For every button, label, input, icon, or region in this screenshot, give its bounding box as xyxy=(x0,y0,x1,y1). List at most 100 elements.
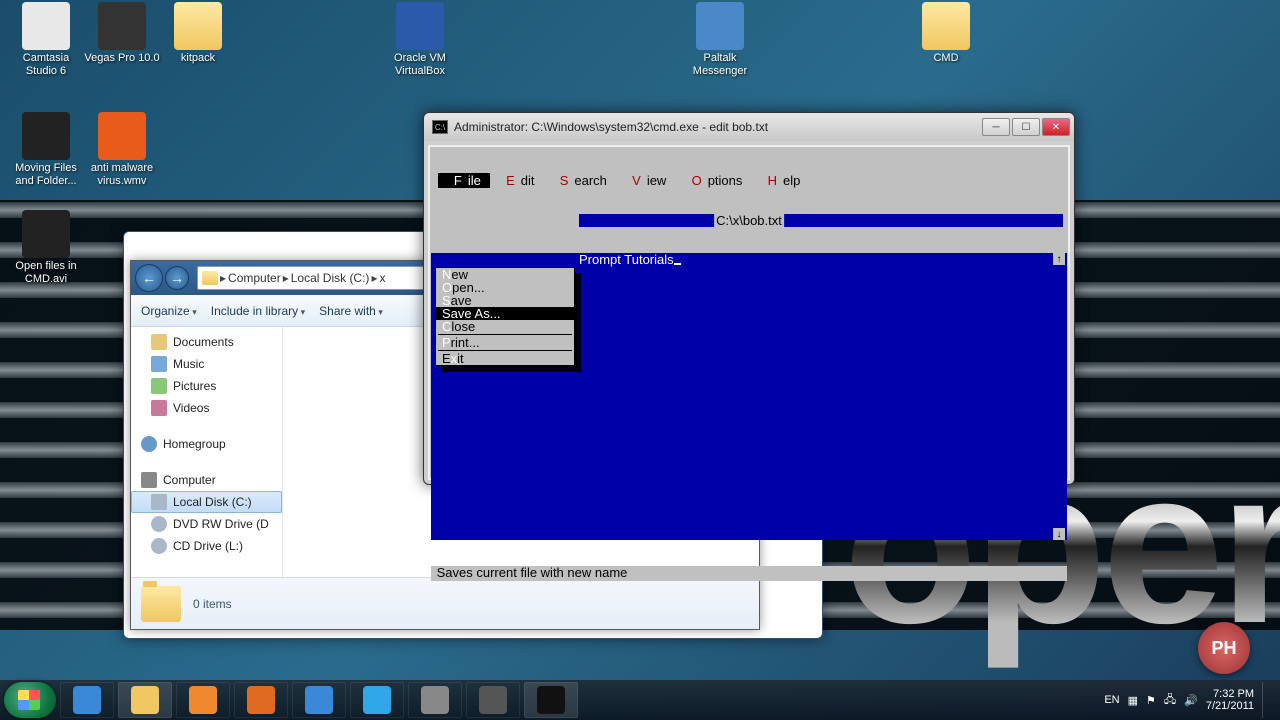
organize-menu[interactable]: Organize xyxy=(141,304,197,318)
app-icon xyxy=(22,2,70,50)
menu-item[interactable]: Print... xyxy=(436,336,574,349)
taskbar-button-wmp[interactable] xyxy=(176,682,230,718)
tray-language[interactable]: EN xyxy=(1104,694,1119,706)
edit-screen: File Edit Search View Options Help C:\x\… xyxy=(431,148,1067,477)
taskbar-button-camtasia[interactable] xyxy=(466,682,520,718)
desktop-icon[interactable]: Oracle VM VirtualBox xyxy=(382,2,458,78)
nav-documents[interactable]: Documents xyxy=(131,331,282,353)
app-icon xyxy=(174,2,222,50)
taskbar-button-ie[interactable] xyxy=(60,682,114,718)
icon-label: Camtasia Studio 6 xyxy=(8,52,84,78)
nav-computer[interactable]: Computer xyxy=(131,469,282,491)
file-menu-dropdown[interactable]: NewOpen...SaveSave As...ClosePrint...Exi… xyxy=(435,267,575,366)
desktop-icon[interactable]: Camtasia Studio 6 xyxy=(8,2,84,78)
scroll-down-arrow[interactable]: ↓ xyxy=(1053,528,1065,540)
maximize-button[interactable]: ☐ xyxy=(1012,118,1040,136)
camtasia-icon xyxy=(479,686,507,714)
nav-back-button[interactable]: ← xyxy=(135,264,163,292)
wmp-icon xyxy=(189,686,217,714)
desktop-icon[interactable]: Moving Files and Folder... xyxy=(8,112,84,188)
app-icon xyxy=(98,112,146,160)
folder-icon xyxy=(202,271,218,285)
desktop-icon[interactable]: Vegas Pro 10.0 xyxy=(84,2,160,65)
app-icon xyxy=(696,2,744,50)
folder-icon xyxy=(141,586,181,622)
ie-icon xyxy=(73,686,101,714)
?-icon xyxy=(421,686,449,714)
minimize-button[interactable]: ─ xyxy=(982,118,1010,136)
share-with-menu[interactable]: Share with xyxy=(319,304,383,318)
edit-menubar[interactable]: File Edit Search View Options Help xyxy=(431,174,1067,188)
taskbar-button-?[interactable] xyxy=(408,682,462,718)
text-cursor xyxy=(674,263,681,265)
menu-view[interactable]: View xyxy=(617,173,676,188)
cmd-icon: C:\ xyxy=(432,120,448,134)
app-icon xyxy=(22,112,70,160)
icon-label: Vegas Pro 10.0 xyxy=(84,52,160,65)
firefox-icon xyxy=(247,686,275,714)
window-titlebar[interactable]: C:\ Administrator: C:\Windows\system32\c… xyxy=(424,113,1074,141)
desktop-icon[interactable]: kitpack xyxy=(160,2,236,65)
taskbar[interactable]: EN ▦ ⚑ 🖧 🔊 7:32 PM 7/21/2011 xyxy=(0,680,1280,720)
tray-date[interactable]: 7/21/2011 xyxy=(1206,700,1254,712)
status-item-count: 0 items xyxy=(193,597,232,611)
skype-icon xyxy=(363,686,391,714)
icon-label: CMD xyxy=(908,52,984,65)
app-icon xyxy=(22,210,70,258)
edit-text-area[interactable]: Prompt Tutorials ↑ ↓ NewOpen...SaveSave … xyxy=(431,253,1067,540)
menu-item[interactable]: Close xyxy=(436,320,574,333)
app-icon xyxy=(98,2,146,50)
taskbar-button-itunes[interactable] xyxy=(292,682,346,718)
nav-dvd-drive[interactable]: DVD RW Drive (D xyxy=(131,513,282,535)
icon-label: Paltalk Messenger xyxy=(682,52,758,78)
menu-help[interactable]: Help xyxy=(752,173,810,188)
nav-homegroup[interactable]: Homegroup xyxy=(131,433,282,455)
nav-cd-drive[interactable]: CD Drive (L:) xyxy=(131,535,282,557)
scroll-up-arrow[interactable]: ↑ xyxy=(1053,253,1065,265)
edit-statusbar: Saves current file with new name xyxy=(431,566,1067,581)
icon-label: Open files in CMD.avi xyxy=(8,260,84,286)
app-icon xyxy=(396,2,444,50)
desktop-icon[interactable]: Open files in CMD.avi xyxy=(8,210,84,286)
explorer-nav-pane[interactable]: Documents Music Pictures Videos Homegrou… xyxy=(131,327,283,577)
nav-music[interactable]: Music xyxy=(131,353,282,375)
watermark-badge: PH xyxy=(1198,622,1250,674)
tray-time[interactable]: 7:32 PM xyxy=(1206,688,1254,700)
nav-forward-button[interactable]: → xyxy=(165,266,189,290)
show-desktop-button[interactable] xyxy=(1262,682,1270,718)
nav-local-disk-c[interactable]: Local Disk (C:) xyxy=(131,491,282,513)
file-content: Prompt Tutorials xyxy=(579,253,681,266)
desktop-icon[interactable]: anti malware virus.wmv xyxy=(84,112,160,188)
include-library-menu[interactable]: Include in library xyxy=(211,304,305,318)
icon-label: anti malware virus.wmv xyxy=(84,162,160,188)
menu-search[interactable]: Search xyxy=(544,173,616,188)
icon-label: kitpack xyxy=(160,52,236,65)
breadcrumb-folder[interactable]: x xyxy=(379,271,385,285)
tray-action-center-icon[interactable]: ⚑ xyxy=(1146,694,1156,707)
tray-volume-icon[interactable]: 🔊 xyxy=(1184,694,1198,707)
taskbar-button-explorer[interactable] xyxy=(118,682,172,718)
menu-edit[interactable]: Edit xyxy=(490,173,544,188)
system-tray[interactable]: EN ▦ ⚑ 🖧 🔊 7:32 PM 7/21/2011 xyxy=(1104,682,1276,718)
desktop-icon[interactable]: Paltalk Messenger xyxy=(682,2,758,78)
menu-options[interactable]: Options xyxy=(676,173,752,188)
tray-flag-icon[interactable]: ▦ xyxy=(1128,694,1138,707)
nav-videos[interactable]: Videos xyxy=(131,397,282,419)
menu-file[interactable]: File xyxy=(438,173,490,188)
breadcrumb-drive[interactable]: Local Disk (C:) xyxy=(291,271,370,285)
cmd-icon xyxy=(537,686,565,714)
app-icon xyxy=(922,2,970,50)
tray-network-icon[interactable]: 🖧 xyxy=(1164,691,1176,710)
taskbar-button-firefox[interactable] xyxy=(234,682,288,718)
taskbar-button-cmd[interactable] xyxy=(524,682,578,718)
nav-pictures[interactable]: Pictures xyxy=(131,375,282,397)
start-button[interactable] xyxy=(4,682,56,718)
icon-label: Moving Files and Folder... xyxy=(8,162,84,188)
breadcrumb-computer[interactable]: Computer xyxy=(228,271,281,285)
menu-item[interactable]: Exit xyxy=(436,352,574,365)
taskbar-button-skype[interactable] xyxy=(350,682,404,718)
cmd-edit-window[interactable]: C:\ Administrator: C:\Windows\system32\c… xyxy=(423,112,1075,485)
explorer-icon xyxy=(131,686,159,714)
close-button[interactable]: ✕ xyxy=(1042,118,1070,136)
desktop-icon[interactable]: CMD xyxy=(908,2,984,65)
